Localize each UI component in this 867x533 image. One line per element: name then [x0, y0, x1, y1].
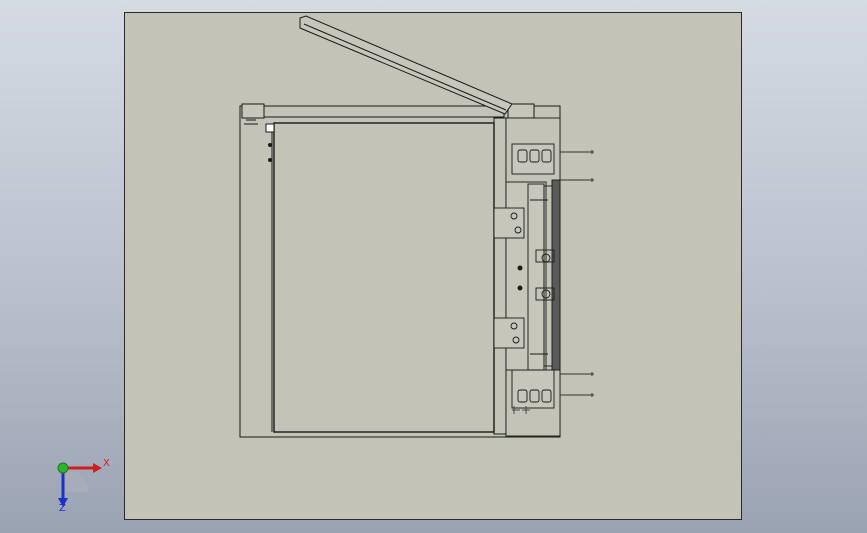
guide-pins	[560, 150, 594, 397]
hinge-square	[265, 123, 275, 133]
graphics-viewport[interactable]: X Z	[0, 0, 867, 533]
origin-sphere-icon	[57, 462, 69, 474]
right-cap	[507, 103, 535, 119]
lid-edge	[303, 23, 507, 111]
left-cap	[241, 103, 265, 119]
z-axis-label: Z	[59, 503, 66, 514]
x-axis-label: X	[103, 458, 110, 469]
cad-model	[239, 15, 594, 438]
